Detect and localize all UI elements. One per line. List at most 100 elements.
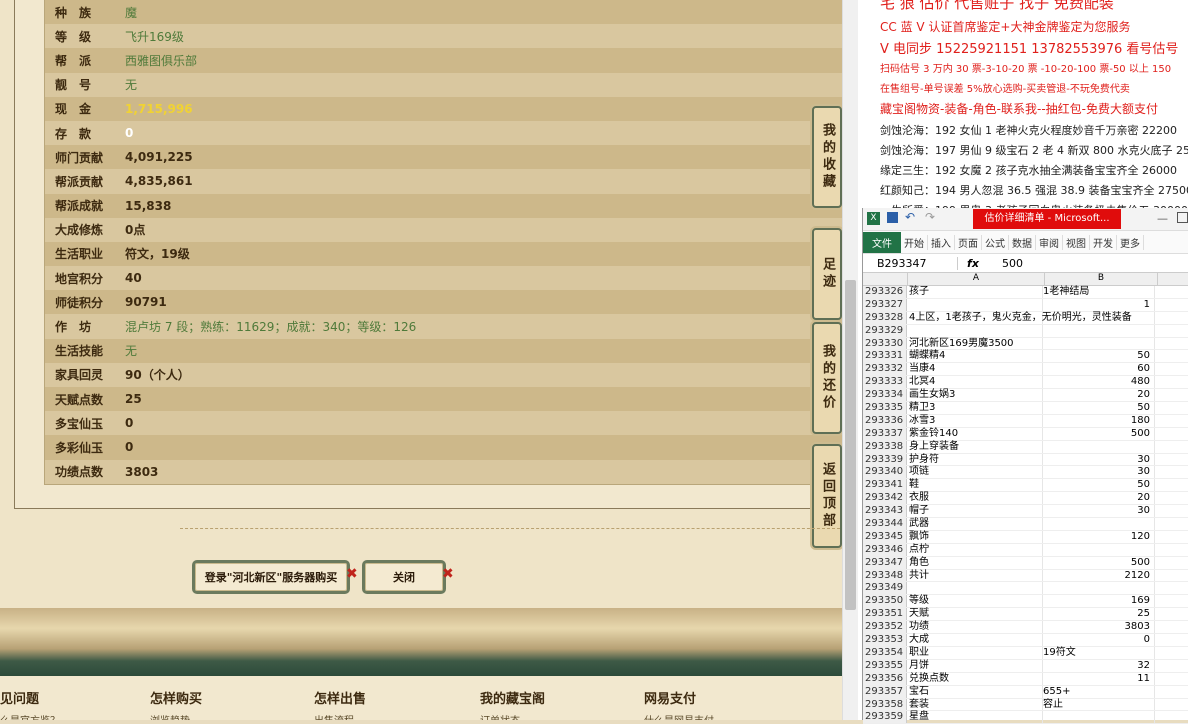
cell-b[interactable]: 120 [1043,530,1155,543]
cell-b[interactable]: 2120 [1043,569,1155,582]
row-number[interactable]: 293330 [863,337,907,350]
row-number[interactable]: 293333 [863,376,907,389]
row-number[interactable]: 293348 [863,569,907,582]
cell-b[interactable]: 500 [1043,427,1155,440]
sheet-grid[interactable]: 293326 孩子 1老神结局 293327 1 293328 4上区，1老孩子，鬼火克金，… [863,286,1188,724]
cell-a[interactable]: 蝴蝶精4 [907,350,1043,363]
row-number[interactable]: 293345 [863,530,907,543]
cell-a[interactable]: 角色 [907,556,1043,569]
cell-b[interactable]: 1 [1043,298,1155,311]
cell-a[interactable]: 帽子 [907,505,1043,518]
footer-heading[interactable]: 怎样出售 [314,688,366,707]
footer-link[interactable]: 么是官方鉴？ [0,712,60,720]
column-a-header[interactable]: A [908,273,1045,285]
cell-a[interactable]: 孩子 [907,286,1043,298]
footer-link[interactable]: 出售流程 [314,712,354,720]
row-number[interactable]: 293357 [863,685,907,698]
maximize-icon[interactable] [1177,212,1188,223]
cell-b[interactable] [1043,311,1155,324]
row-number[interactable]: 293331 [863,350,907,363]
fx-icon[interactable]: fx [958,257,988,270]
row-number[interactable]: 293340 [863,466,907,479]
cell-a[interactable]: 兑换点数 [907,672,1043,685]
cell-b[interactable]: 50 [1043,479,1155,492]
redo-icon[interactable]: ↷ [925,210,935,224]
cell-b[interactable]: 0 [1043,634,1155,646]
row-number[interactable]: 293335 [863,402,907,414]
cell-a[interactable]: 4上区，1老孩子，鬼火克金，无价明光，灵性装备 [907,311,1132,324]
cell-a[interactable]: 功绩 [907,621,1043,634]
cell-b[interactable]: 480 [1043,376,1155,389]
row-number[interactable]: 293327 [863,298,907,311]
cell-b[interactable]: 32 [1043,659,1155,672]
row-number[interactable]: 293336 [863,414,907,427]
cell-b[interactable]: 30 [1043,466,1155,479]
row-number[interactable]: 293354 [863,646,907,659]
side-tab[interactable]: 我的还价 [812,322,842,434]
row-number[interactable]: 293332 [863,363,907,376]
undo-icon[interactable]: ↶ [905,210,915,224]
row-number[interactable]: 293358 [863,698,907,711]
cell-a[interactable]: 护身符 [907,453,1043,466]
cell-a[interactable]: 画生女娲3 [907,389,1043,402]
cell-a[interactable] [907,324,1043,337]
cell-a[interactable]: 星盘 [907,711,1043,724]
cell-b[interactable]: 11 [1043,672,1155,685]
ribbon-tab[interactable]: 开始 [901,234,928,250]
page-scrollbar[interactable] [842,0,859,720]
cell-b[interactable]: 180 [1043,414,1155,427]
cell-a[interactable]: 衣服 [907,492,1043,505]
cell-b[interactable]: 655+ [1043,685,1155,698]
cell-a[interactable]: 武器 [907,518,1043,530]
side-tab[interactable]: 我的收藏 [812,106,842,208]
cell-b[interactable] [1043,582,1155,595]
cell-b[interactable]: 20 [1043,389,1155,402]
cell-a[interactable]: 项链 [907,466,1043,479]
cell-b[interactable]: 60 [1043,363,1155,376]
cell-b[interactable]: 25 [1043,608,1155,621]
cell-a[interactable]: 职业 [907,646,1043,659]
footer-heading[interactable]: 见问题 [0,688,39,707]
cell-b[interactable]: 3803 [1043,621,1155,634]
cell-a[interactable]: 大成 [907,634,1043,646]
footer-link[interactable]: 订单状态 [480,712,520,720]
ribbon-tab[interactable]: 文件 [863,231,901,253]
row-number[interactable]: 293338 [863,440,907,453]
cell-b[interactable]: 20 [1043,492,1155,505]
row-number[interactable]: 293342 [863,492,907,505]
row-number[interactable]: 293356 [863,672,907,685]
cell-b[interactable] [1043,518,1155,530]
row-number[interactable]: 293328 [863,311,907,324]
minimize-icon[interactable]: — [1157,212,1168,225]
cell-b[interactable] [1043,440,1155,453]
cell-b[interactable]: 50 [1043,350,1155,363]
footer-link[interactable]: 什么是网易支付 [644,712,714,720]
footer-heading[interactable]: 网易支付 [644,688,696,707]
cell-a[interactable]: 点柠 [907,543,1043,556]
cell-b[interactable]: 容止 [1043,698,1155,711]
formula-input[interactable]: 500 [988,257,1023,270]
footer-heading[interactable]: 我的藏宝阁 [480,688,545,707]
ribbon-tab[interactable]: 页面 [955,234,982,250]
cell-b[interactable]: 30 [1043,453,1155,466]
cell-b[interactable]: 169 [1043,595,1155,608]
cell-a[interactable]: 飘饰 [907,530,1043,543]
row-number[interactable]: 293351 [863,608,907,621]
row-number[interactable]: 293352 [863,621,907,634]
row-number[interactable]: 293347 [863,556,907,569]
cell-b[interactable] [1043,337,1155,350]
cell-b[interactable]: 50 [1043,402,1155,414]
row-number[interactable]: 293353 [863,634,907,646]
row-number[interactable]: 293350 [863,595,907,608]
cell-a[interactable]: 天赋 [907,608,1043,621]
ribbon-tab[interactable]: 开发 [1090,234,1117,250]
cell-b[interactable]: 500 [1043,556,1155,569]
side-tab[interactable]: 返回顶部 [812,444,842,548]
cell-a[interactable]: 鞋 [907,479,1043,492]
row-number[interactable]: 293346 [863,543,907,556]
cell-a[interactable]: 套装 [907,698,1043,711]
row-number[interactable]: 293349 [863,582,907,595]
row-number[interactable]: 293334 [863,389,907,402]
cell-a[interactable]: 紫金铃140 [907,427,1043,440]
row-number[interactable]: 293329 [863,324,907,337]
